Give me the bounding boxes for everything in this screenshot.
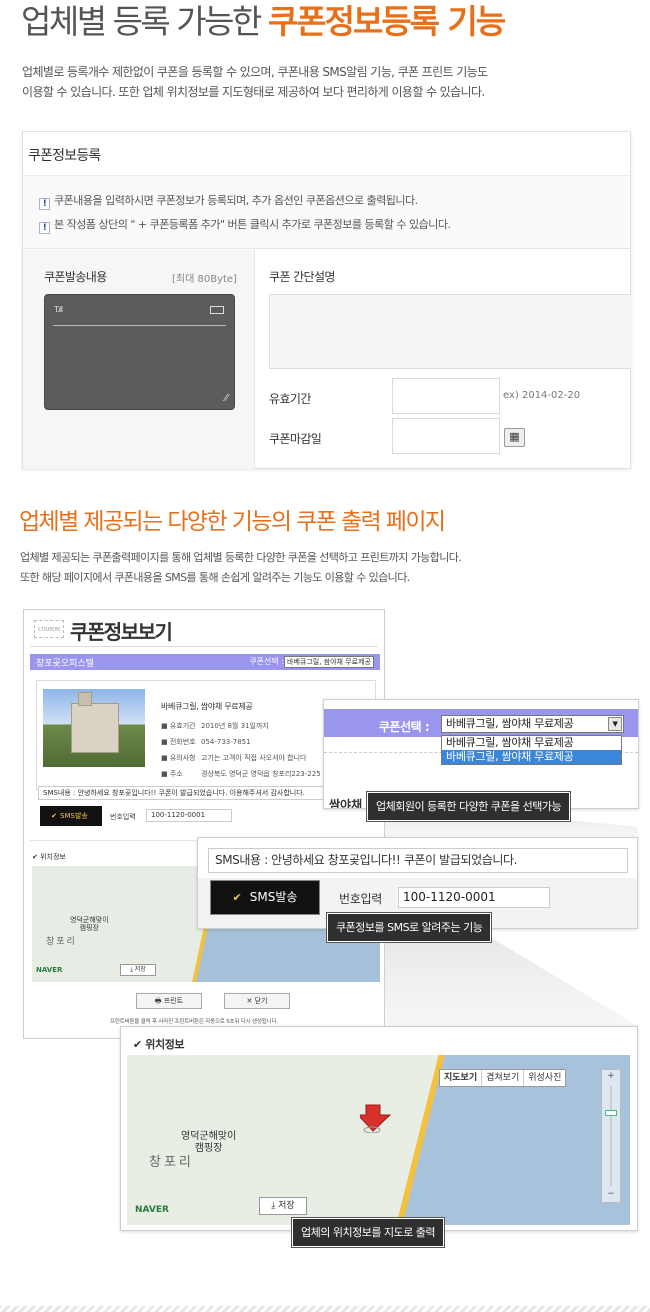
shop-photo	[43, 689, 145, 767]
coupon-option-list: 바베큐그릴, 쌈야채 무료제공 바베큐그릴, 쌈야채 무료제공	[441, 735, 622, 765]
coupon-view-title: 쿠폰정보보기	[70, 620, 173, 644]
sms-send-button-small[interactable]: ✔ SMS발송	[40, 806, 102, 826]
sms-send-button-label: SMS발송	[249, 890, 298, 904]
coupon-row-phone: 전화번호054-733-7851	[161, 737, 251, 747]
coupon-row-address: 주소경상북도 영덕군 영덕읍 창포리223-225	[161, 769, 321, 779]
coupon-row-key: 전화번호	[161, 737, 201, 747]
selected-coupon: 바베큐그릴, 쌈야채 무료제공	[446, 717, 574, 730]
map-village-label: 창포리	[46, 937, 77, 947]
coupon-row-value: 2010년 8월 31일까지	[201, 722, 269, 730]
building-image	[71, 692, 119, 753]
coupon-row-value: 고기는 고객이 직접 사오셔야 합니다	[201, 754, 307, 762]
save-label: 저장	[278, 1201, 295, 1211]
location-heading-text: 위치정보	[40, 853, 66, 861]
bottom-stripe	[0, 1306, 650, 1312]
map-save-button-small[interactable]: ⤓ 저장	[120, 964, 156, 976]
phone-number-input[interactable]: 100-1120-0001	[398, 887, 550, 908]
title-divider	[30, 646, 378, 647]
coupon-name: 바베큐그릴, 쌈야채 무료제공	[161, 702, 253, 711]
coupon-logo: COUPON	[34, 620, 64, 638]
sms-content-field-zoom[interactable]: SMS내용 : 안녕하세요 창포곶입니다!! 쿠폰이 발급되었습니다.	[208, 848, 628, 873]
location-map[interactable]: 영덕군해맞이 캠핑장 창포리 NAVER ⤓ 저장 지도보기 겹쳐보기 위성사진…	[127, 1055, 630, 1225]
caption-coupon-select: 업체회원이 등록한 다양한 쿠폰을 선택가능	[367, 792, 571, 821]
zoom-slider[interactable]: + −	[601, 1069, 621, 1203]
coupon-select-label: 쿠폰선택 :	[249, 657, 284, 666]
naver-logo: NAVER	[135, 1205, 169, 1215]
overlay-view-button[interactable]: 겹쳐보기	[482, 1070, 525, 1086]
map-type-buttons: 지도보기 겹쳐보기 위성사진	[439, 1069, 567, 1087]
zoom-rail	[610, 1086, 612, 1186]
coupon-row-notes: 유의사항고기는 고객이 직접 사오셔야 합니다	[161, 753, 307, 763]
shop-bar: 창포곶오피스텔 쿠폰선택 : 바베큐그릴, 쌈야채 무료제공	[30, 654, 380, 670]
check-icon: ✔	[51, 812, 58, 820]
caption-location: 업체의 위치정보를 지도로 출력	[292, 1218, 445, 1247]
map-place-label: 영덕군해맞이 캠핑장	[70, 916, 109, 932]
close-label: 닫기	[254, 997, 268, 1005]
zoom-in-icon[interactable]: +	[605, 1072, 617, 1082]
shop-name: 창포곶오피스텔	[36, 659, 94, 669]
peek-text: 쌈야채	[329, 798, 363, 809]
zoom-knob[interactable]	[605, 1110, 617, 1116]
sms-send-button[interactable]: ✔ SMS발송	[210, 880, 320, 915]
caption-sms: 쿠폰정보를 SMS로 알려주는 기능	[327, 913, 492, 942]
zoom-out-icon[interactable]: −	[605, 1190, 617, 1200]
location-title-text: 위치정보	[145, 1038, 185, 1051]
close-button[interactable]: ✕ 닫기	[224, 993, 290, 1009]
coupon-option-2-highlighted[interactable]: 바베큐그릴, 쌈야채 무료제공	[442, 750, 621, 764]
location-heading: ✔ 위치정보	[32, 853, 66, 861]
coupon-row-key: 유효기간	[161, 721, 201, 731]
phone-number-label: 번호입력	[110, 813, 136, 821]
coupon-view-screenshot: COUPON 쿠폰정보보기 창포곶오피스텔 쿠폰선택 : 바베큐그릴, 쌈야채 …	[23, 609, 385, 1039]
coupon-row-key: 유의사항	[161, 753, 201, 763]
location-title: ✔ 위치정보	[133, 1038, 185, 1051]
dropdown-arrow-icon[interactable]: ▼	[608, 717, 622, 731]
zoom-select-label: 쿠폰선택 :	[379, 720, 430, 734]
print-label: 프린트	[163, 997, 184, 1005]
coupon-option-1[interactable]: 바베큐그릴, 쌈야채 무료제공	[442, 736, 621, 750]
coupon-row-value: 054-733-7851	[201, 738, 251, 746]
sms-send-label: SMS발송	[60, 812, 88, 820]
coupon-select[interactable]: 바베큐그릴, 쌈야채 무료제공	[284, 656, 374, 668]
save-label: 저장	[134, 966, 146, 973]
check-icon: ✔	[232, 891, 242, 904]
coupon-row-value: 경상북도 영덕군 영덕읍 창포리223-225	[201, 770, 321, 778]
phone-number-input-small[interactable]: 100-1120-0001	[146, 809, 232, 822]
coupon-row-key: 주소	[161, 769, 201, 779]
coupon-select-dropdown[interactable]: 바베큐그릴, 쌈야채 무료제공 ▼	[441, 715, 624, 733]
print-button[interactable]: 🖶 프린트	[136, 993, 202, 1009]
map-village-label: 창포리	[149, 1155, 194, 1170]
map-save-button[interactable]: ⤓ 저장	[259, 1197, 307, 1215]
location-zoom: ✔ 위치정보 영덕군해맞이 캠핑장 창포리 NAVER ⤓ 저장 지도보기 겹쳐…	[120, 1026, 638, 1231]
location-marker-icon	[360, 1104, 392, 1133]
naver-logo: NAVER	[36, 966, 63, 974]
map-view-button[interactable]: 지도보기	[440, 1070, 483, 1086]
print-note: 프린트버튼을 클릭 후 사라진 프린트버튼은 자동으로 5초뒤 다시 생성됩니다…	[110, 1019, 278, 1025]
coupon-row-valid: 유효기간2010년 8월 31일까지	[161, 721, 269, 731]
phone-number-label-zoom: 번호입력	[339, 892, 382, 906]
satellite-view-button[interactable]: 위성사진	[524, 1070, 565, 1086]
